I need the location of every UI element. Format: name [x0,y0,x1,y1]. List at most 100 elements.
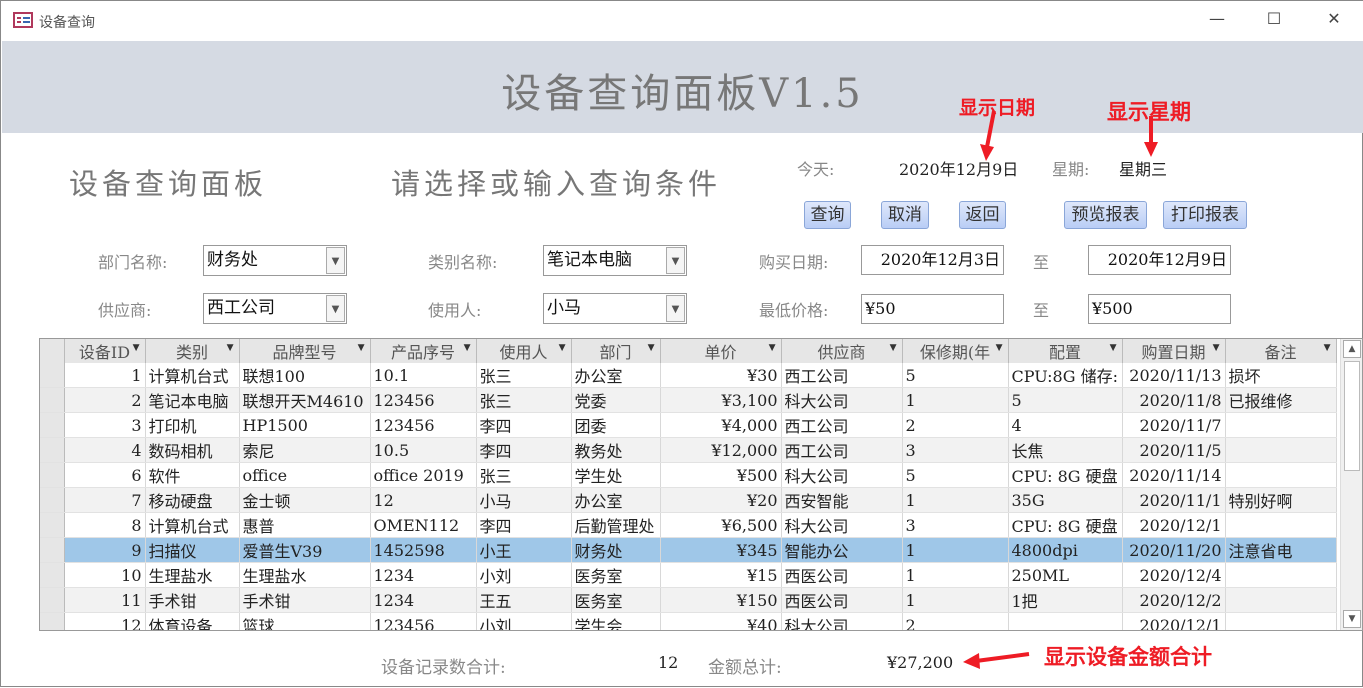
back-button[interactable]: 返回 [959,201,1006,229]
table-cell[interactable]: 智能办公 [781,537,903,563]
table-cell[interactable]: 1452598 [370,537,477,563]
table-cell[interactable]: 李四 [476,512,572,538]
table-cell[interactable]: 团委 [571,412,661,438]
table-cell[interactable] [1225,437,1337,463]
table-cell[interactable]: 索尼 [239,437,371,463]
table-cell[interactable]: 35G [1008,487,1123,513]
table-cell[interactable]: 1 [902,562,1009,588]
table-cell[interactable]: 10 [64,562,146,588]
filter-dropdown-icon[interactable]: ▼ [1213,343,1220,353]
record-selector[interactable] [40,612,65,630]
table-cell[interactable]: 教务处 [571,437,661,463]
query-button[interactable]: 查询 [804,201,851,229]
table-cell[interactable]: 2 [902,412,1009,438]
table-cell[interactable]: 办公室 [571,363,661,388]
table-cell[interactable]: ¥4,000 [660,412,782,438]
table-cell[interactable]: 123456 [370,387,477,413]
print-report-button[interactable]: 打印报表 [1163,201,1247,229]
table-cell[interactable]: ¥6,500 [660,512,782,538]
category-combo[interactable]: 笔记本电脑 ▼ [543,245,687,276]
table-cell[interactable]: 5 [1008,387,1123,413]
table-cell[interactable]: ¥30 [660,363,782,388]
table-row[interactable]: 9 扫描仪 爱普生V39 1452598 小王 财务处 ¥345 智能办公 1 4800dpi 20… [40,537,1337,563]
table-cell[interactable]: 学生处 [571,462,661,488]
table-cell[interactable]: 特别好啊 [1225,487,1337,513]
table-cell[interactable]: 生理盐水 [239,562,371,588]
chevron-down-icon[interactable]: ▼ [326,247,345,274]
table-row[interactable]: 2 笔记本电脑 联想开天M4610 123456 张三 党委 ¥3,100 科大公司 1 5 202… [40,387,1337,413]
table-row[interactable]: 6 软件 office office 2019 张三 学生处 ¥500 科大公司 5 CPU: 8… [40,462,1337,488]
table-cell[interactable]: ¥40 [660,612,782,630]
table-cell[interactable]: 1 [902,587,1009,613]
table-cell[interactable]: 科大公司 [781,512,903,538]
table-cell[interactable] [1225,612,1337,630]
table-row[interactable]: 1 计算机台式 联想100 10.1 张三 办公室 ¥30 西工公司 5 CPU:8G 储存: 20… [40,363,1337,388]
table-cell[interactable]: ¥15 [660,562,782,588]
vertical-scrollbar[interactable]: ▲ ▼ [1340,339,1362,630]
table-cell[interactable]: 1 [902,487,1009,513]
record-selector[interactable] [40,363,65,388]
table-cell[interactable]: 2020/11/8 [1122,387,1226,413]
column-header[interactable]: 单价 ▼ [660,339,782,363]
table-cell[interactable] [1225,512,1337,538]
table-cell[interactable]: 西安智能 [781,487,903,513]
table-cell[interactable]: 7 [64,487,146,513]
filter-dropdown-icon[interactable]: ▼ [358,343,365,353]
table-cell[interactable]: 扫描仪 [145,537,240,563]
scroll-up-icon[interactable]: ▲ [1343,340,1361,358]
table-cell[interactable]: 后勤管理处 [571,512,661,538]
table-cell[interactable]: 123456 [370,612,477,630]
table-cell[interactable]: 医务室 [571,562,661,588]
table-cell[interactable]: 损坏 [1225,363,1337,388]
table-cell[interactable]: 2 [902,612,1009,630]
table-row[interactable]: 7 移动硬盘 金士顿 12 小马 办公室 ¥20 西安智能 1 35G 2020/11/1 特别好啊 [40,487,1337,513]
table-cell[interactable]: 2020/12/1 [1122,512,1226,538]
table-cell[interactable]: 西医公司 [781,587,903,613]
table-cell[interactable]: 科大公司 [781,462,903,488]
table-cell[interactable]: ¥3,100 [660,387,782,413]
table-cell[interactable] [1225,412,1337,438]
column-header[interactable]: 部门 ▼ [571,339,661,363]
table-cell[interactable]: 联想100 [239,363,371,388]
table-cell[interactable]: 10.5 [370,437,477,463]
filter-dropdown-icon[interactable]: ▼ [1324,343,1331,353]
table-cell[interactable]: 打印机 [145,412,240,438]
table-cell[interactable]: 张三 [476,387,572,413]
table-cell[interactable]: 6 [64,462,146,488]
table-row[interactable]: 12 体育设备 篮球 123456 小刘 学生会 ¥40 科大公司 2 2020/12/1 [40,612,1337,630]
table-cell[interactable]: 数码相机 [145,437,240,463]
equipment-datasheet[interactable]: 设备ID ▼ 类别 ▼ 品牌型号 ▼ 产品序号 ▼ 使用人 ▼ 部门 ▼ 单价 ▼ 供应商 ▼ 保修期(年 ▼ 配置… [39,338,1363,631]
table-cell[interactable]: 12 [370,487,477,513]
table-cell[interactable]: 1 [64,363,146,388]
table-cell[interactable]: 手术钳 [145,587,240,613]
table-cell[interactable]: ¥500 [660,462,782,488]
table-cell[interactable]: 西工公司 [781,363,903,388]
filter-dropdown-icon[interactable]: ▼ [996,343,1003,353]
table-cell[interactable]: 2020/11/5 [1122,437,1226,463]
chevron-down-icon[interactable]: ▼ [666,247,685,274]
table-cell[interactable]: 已报维修 [1225,387,1337,413]
table-cell[interactable]: 王五 [476,587,572,613]
table-cell[interactable]: 3 [902,512,1009,538]
table-cell[interactable]: 2020/12/1 [1122,612,1226,630]
table-cell[interactable]: 2020/12/2 [1122,587,1226,613]
price-to-input[interactable]: ¥500 [1088,294,1231,324]
table-cell[interactable]: 张三 [476,462,572,488]
table-cell[interactable]: 1234 [370,562,477,588]
column-header[interactable]: 配置 ▼ [1008,339,1123,363]
table-cell[interactable]: 生理盐水 [145,562,240,588]
record-selector[interactable] [40,487,65,513]
table-cell[interactable]: 西工公司 [781,437,903,463]
table-cell[interactable]: 4800dpi [1008,537,1123,563]
column-header[interactable]: 类别 ▼ [145,339,240,363]
table-cell[interactable] [1225,587,1337,613]
table-cell[interactable]: 医务室 [571,587,661,613]
table-cell[interactable]: 科大公司 [781,612,903,630]
table-cell[interactable]: 爱普生V39 [239,537,371,563]
table-cell[interactable]: 计算机台式 [145,363,240,388]
record-selector[interactable] [40,587,65,613]
table-cell[interactable]: OMEN112 [370,512,477,538]
column-header[interactable]: 使用人 ▼ [476,339,572,363]
table-cell[interactable]: 注意省电 [1225,537,1337,563]
table-cell[interactable]: office [239,462,371,488]
